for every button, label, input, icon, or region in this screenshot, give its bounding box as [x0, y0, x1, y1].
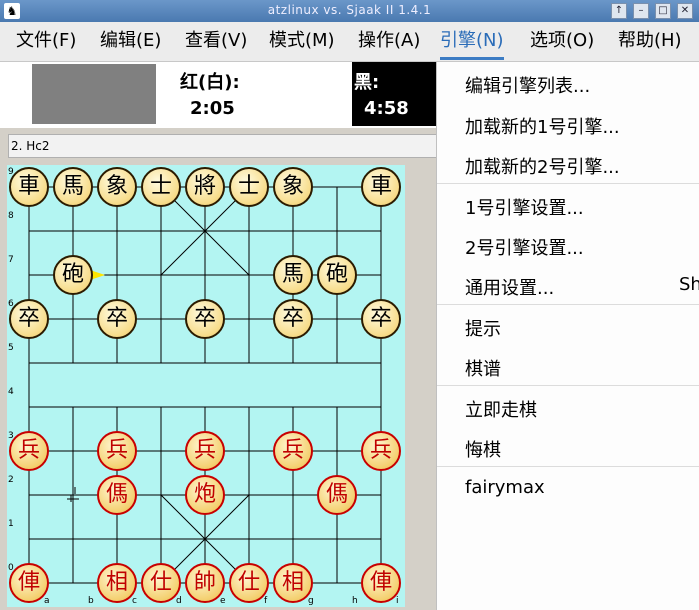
menu-bar: 文件(F) 编辑(E) 查看(V) 模式(M) 操作(A) 引擎(N) 选项(O… [0, 22, 699, 62]
menu-item-engine-2-settings[interactable]: 2号引擎设置... [465, 234, 584, 260]
file-label: h [352, 596, 358, 606]
black-pawn[interactable]: 卒 [97, 299, 137, 339]
menu-mode[interactable]: 模式(M) [269, 22, 335, 60]
black-pawn[interactable]: 卒 [9, 299, 49, 339]
red-pawn[interactable]: 兵 [9, 431, 49, 471]
menu-separator [437, 385, 699, 386]
menu-item-move-now[interactable]: 立即走棋 [465, 396, 537, 422]
black-pawn[interactable]: 卒 [273, 299, 313, 339]
white-clock-label: 红(白): [180, 72, 240, 93]
xiangqi-board[interactable]: 9 8 7 6 5 4 3 2 1 0 a b c d e f g h i 車 … [7, 165, 405, 607]
red-chariot[interactable]: 俥 [361, 563, 401, 603]
black-advisor[interactable]: 士 [141, 167, 181, 207]
menu-item-load-engine-2[interactable]: 加载新的2号引擎... [465, 153, 620, 179]
red-elephant[interactable]: 相 [97, 563, 137, 603]
black-clock-time: 4:58 [364, 98, 409, 119]
red-general[interactable]: 帥 [185, 563, 225, 603]
black-clock-label: 黑: [354, 72, 380, 93]
menu-item-general-settings[interactable]: 通用设置... [465, 274, 554, 300]
red-cannon[interactable]: 炮 [185, 475, 225, 515]
black-chariot[interactable]: 車 [361, 167, 401, 207]
red-pawn[interactable]: 兵 [185, 431, 225, 471]
menu-help[interactable]: 帮助(H) [618, 22, 682, 60]
menu-item-fairymax[interactable]: fairymax [465, 477, 545, 498]
black-pawn[interactable]: 卒 [361, 299, 401, 339]
red-advisor[interactable]: 仕 [141, 563, 181, 603]
black-chariot[interactable]: 車 [9, 167, 49, 207]
file-label: e [220, 596, 226, 606]
red-horse[interactable]: 傌 [97, 475, 137, 515]
player-logo [32, 64, 156, 124]
file-label: d [176, 596, 182, 606]
red-chariot[interactable]: 俥 [9, 563, 49, 603]
minimize-button[interactable]: – [633, 3, 649, 19]
maximize-button[interactable]: □ [655, 3, 671, 19]
rank-label: 7 [8, 255, 14, 265]
red-horse[interactable]: 傌 [317, 475, 357, 515]
red-pawn[interactable]: 兵 [97, 431, 137, 471]
engine-menu-dropdown: 编辑引擎列表... 加载新的1号引擎... 加载新的2号引擎... 1号引擎设置… [436, 62, 699, 610]
red-advisor[interactable]: 仕 [229, 563, 269, 603]
menu-action[interactable]: 操作(A) [358, 22, 420, 60]
shortcut-hint: Sh [679, 274, 699, 295]
black-clock: 黑: 4:58 [352, 62, 440, 126]
menu-options[interactable]: 选项(O) [530, 22, 594, 60]
rank-label: 2 [8, 475, 14, 485]
red-pawn[interactable]: 兵 [361, 431, 401, 471]
red-elephant[interactable]: 相 [273, 563, 313, 603]
menu-item-edit-engine-list[interactable]: 编辑引擎列表... [465, 72, 590, 98]
black-cannon[interactable]: 砲 [317, 255, 357, 295]
menu-separator [437, 466, 699, 467]
black-horse[interactable]: 馬 [273, 255, 313, 295]
menu-item-book[interactable]: 棋谱 [465, 355, 501, 381]
file-label: a [44, 596, 50, 606]
shade-button[interactable]: ↑ [611, 3, 627, 19]
black-elephant[interactable]: 象 [273, 167, 313, 207]
rank-label: 5 [8, 343, 14, 353]
black-advisor[interactable]: 士 [229, 167, 269, 207]
menu-item-load-engine-1[interactable]: 加载新的1号引擎... [465, 113, 620, 139]
board-grid [28, 186, 382, 584]
file-label: f [264, 596, 268, 606]
menu-item-engine-1-settings[interactable]: 1号引擎设置... [465, 194, 584, 220]
file-label: g [308, 596, 314, 606]
black-horse[interactable]: 馬 [53, 167, 93, 207]
menu-file[interactable]: 文件(F) [16, 22, 76, 60]
menu-view[interactable]: 查看(V) [185, 22, 247, 60]
menu-edit[interactable]: 编辑(E) [100, 22, 161, 60]
file-label: c [132, 596, 137, 606]
file-label: b [88, 596, 94, 606]
menu-separator [437, 183, 699, 184]
menu-item-hint[interactable]: 提示 [465, 315, 501, 341]
red-pawn[interactable]: 兵 [273, 431, 313, 471]
title-bar: ♞ atzlinux vs. Sjaak II 1.4.1 ↑ – □ ✕ [0, 0, 699, 22]
white-clock-time: 2:05 [190, 98, 235, 119]
menu-engine[interactable]: 引擎(N) [440, 22, 504, 60]
rank-label: 8 [8, 211, 14, 221]
menu-separator [437, 304, 699, 305]
black-cannon[interactable]: 砲 [53, 255, 93, 295]
rank-label: 1 [8, 519, 14, 529]
black-elephant[interactable]: 象 [97, 167, 137, 207]
move-list-bar[interactable]: 2. Hc2 [8, 134, 440, 158]
rank-label: 4 [8, 387, 14, 397]
close-button[interactable]: ✕ [677, 3, 693, 19]
menu-item-retract-move[interactable]: 悔棋 [465, 436, 501, 462]
window-title: atzlinux vs. Sjaak II 1.4.1 [267, 3, 432, 17]
black-pawn[interactable]: 卒 [185, 299, 225, 339]
file-label: i [396, 596, 399, 606]
black-general[interactable]: 將 [185, 167, 225, 207]
